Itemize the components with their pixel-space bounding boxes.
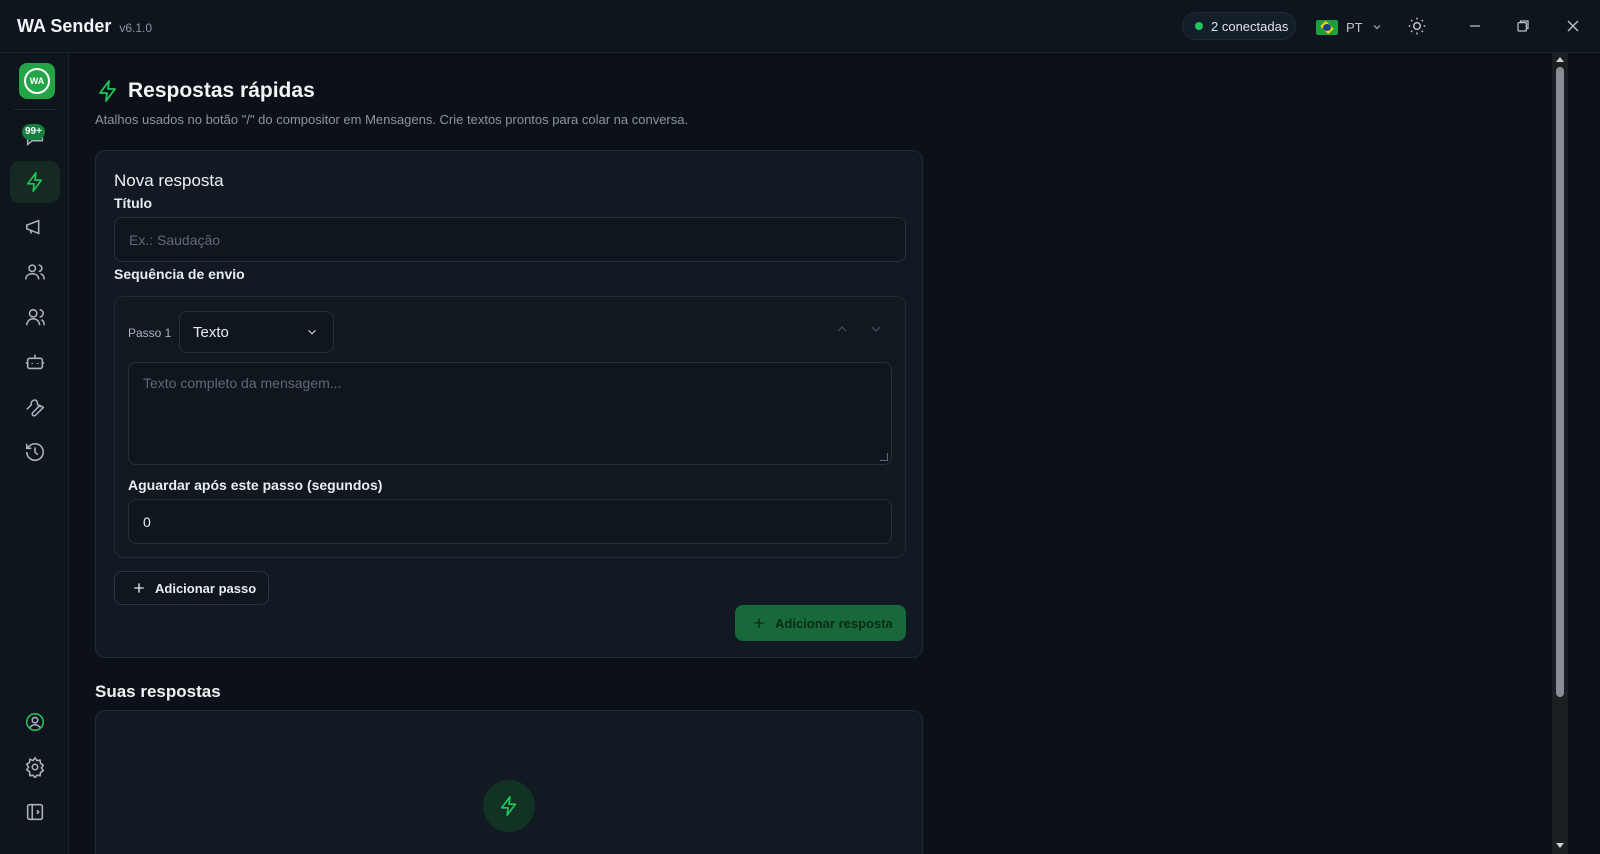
wait-label: Aguardar após este passo (segundos) — [128, 477, 383, 493]
minimize-icon — [1470, 25, 1480, 27]
move-step-up-button[interactable] — [834, 321, 852, 339]
chevron-down-icon — [1373, 25, 1380, 30]
replies-list — [95, 710, 923, 854]
add-reply-button[interactable]: Adicionar resposta — [735, 605, 906, 641]
plus-icon — [134, 583, 144, 593]
page-header: Respostas rápidas — [96, 79, 315, 103]
sidebar-item-groups[interactable] — [10, 296, 60, 338]
new-reply-card: Nova resposta Título Ex.: Saudação Sequê… — [95, 150, 923, 658]
sidebar-item-campaigns[interactable] — [10, 206, 60, 248]
messages-badge: 99+ — [22, 124, 45, 140]
app-name: WA Sender — [17, 15, 112, 36]
wait-value: 0 — [143, 513, 151, 530]
bot-icon — [25, 354, 45, 370]
app-version: v6.1.0 — [119, 20, 153, 35]
main-content: Respostas rápidas Atalhos usados no botã… — [69, 53, 1552, 854]
chevron-up-icon — [837, 326, 847, 332]
gear-icon — [25, 756, 45, 778]
window-edge — [1568, 53, 1600, 854]
wrench-icon — [26, 399, 45, 417]
add-step-label: Adicionar passo — [155, 580, 257, 596]
sequence-label: Sequência de envio — [114, 266, 245, 282]
empty-state-bolt-icon — [483, 780, 535, 832]
connections-label: 2 conectadas — [1211, 18, 1289, 34]
card-title: Nova resposta — [114, 171, 224, 190]
theme-toggle-button[interactable] — [1405, 14, 1429, 38]
restore-button[interactable] — [1511, 14, 1535, 38]
title-label: Título — [114, 195, 153, 211]
add-reply-label: Adicionar resposta — [775, 615, 893, 631]
sidebar-toggle-icon — [26, 803, 44, 821]
plus-icon — [754, 618, 764, 628]
bolt-icon — [99, 80, 116, 102]
step-message-textarea[interactable]: Texto completo da mensagem... — [128, 362, 892, 465]
app-logo[interactable]: WA — [19, 63, 55, 99]
language-selector[interactable]: PT — [1316, 14, 1383, 40]
history-icon — [25, 443, 45, 461]
sidebar: WA 99+ — [0, 53, 69, 854]
scroll-up-arrow-icon[interactable] — [1556, 57, 1564, 62]
sidebar-item-messages[interactable]: 99+ — [10, 116, 60, 158]
connections-status[interactable]: 2 conectadas — [1182, 12, 1296, 40]
language-label: PT — [1346, 19, 1363, 35]
sidebar-item-account[interactable] — [10, 701, 60, 743]
group-icon — [25, 308, 45, 326]
resize-handle[interactable] — [880, 453, 888, 461]
megaphone-icon — [25, 219, 40, 235]
page-title: Respostas rápidas — [128, 79, 315, 102]
users-icon — [25, 264, 45, 280]
title-input[interactable]: Ex.: Saudação — [114, 217, 906, 262]
scroll-thumb[interactable] — [1556, 67, 1564, 697]
sidebar-item-bot[interactable] — [10, 341, 60, 383]
brazil-flag-icon — [1316, 19, 1338, 35]
sidebar-collapse-button[interactable] — [10, 791, 60, 833]
title-placeholder: Ex.: Saudação — [129, 231, 221, 248]
sidebar-item-quick-replies[interactable] — [10, 161, 60, 203]
close-icon — [1567, 20, 1579, 32]
logo-mark: WA — [24, 68, 50, 94]
chevron-down-icon — [871, 326, 881, 332]
scroll-down-arrow-icon[interactable] — [1556, 843, 1564, 848]
add-step-button[interactable]: Adicionar passo — [114, 571, 269, 605]
your-replies-title: Suas respostas — [95, 682, 221, 701]
user-circle-icon — [25, 712, 45, 732]
vertical-scrollbar[interactable] — [1552, 53, 1568, 854]
chevron-down-icon — [308, 329, 316, 335]
message-placeholder: Texto completo da mensagem... — [143, 375, 342, 391]
restore-icon — [1517, 20, 1529, 32]
sidebar-item-history[interactable] — [10, 431, 60, 473]
step-card: Passo 1 Texto Texto completo da mensagem… — [114, 296, 906, 558]
bolt-icon — [26, 172, 43, 192]
step-type-value: Texto — [193, 323, 229, 341]
wait-seconds-input[interactable]: 0 — [128, 499, 892, 544]
step-type-select[interactable]: Texto — [179, 311, 334, 353]
move-step-down-button[interactable] — [868, 321, 886, 339]
minimize-button[interactable] — [1463, 14, 1487, 38]
sidebar-item-settings[interactable] — [10, 746, 60, 788]
step-label: Passo 1 — [128, 326, 172, 340]
sidebar-divider — [14, 109, 56, 110]
page-subtitle: Atalhos usados no botão "/" do composito… — [95, 112, 689, 127]
title-bar: WA Sender v6.1.0 2 conectadas PT — [0, 0, 1600, 53]
bolt-icon — [500, 796, 517, 816]
sun-icon — [1408, 17, 1426, 35]
sidebar-item-tools[interactable] — [10, 386, 60, 428]
sidebar-item-contacts[interactable] — [10, 251, 60, 293]
status-dot — [1195, 22, 1203, 30]
close-button[interactable] — [1561, 14, 1585, 38]
